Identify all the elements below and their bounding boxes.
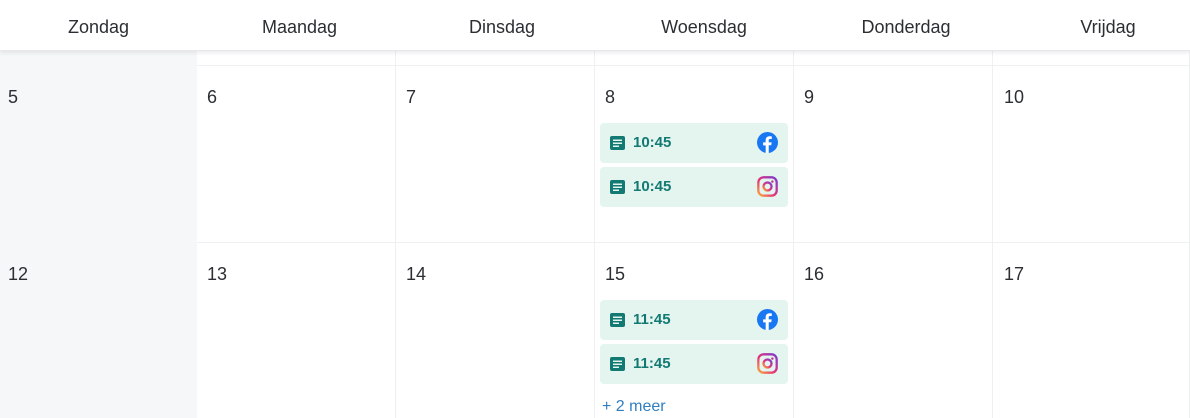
more-posts-link[interactable]: + 2 meer [602, 398, 666, 416]
weekday-label: Dinsdag [468, 17, 536, 37]
weekday-label: Zondag [67, 17, 130, 37]
day-number[interactable]: 13 [207, 264, 227, 285]
instagram-icon [757, 353, 778, 374]
column-tuesday [396, 0, 595, 418]
weekday-label: Vrijdag [1080, 17, 1136, 37]
day-number[interactable]: 5 [8, 87, 18, 108]
weekday-label: Donderdag [861, 17, 951, 37]
post-time: 11:45 [633, 355, 671, 372]
row-divider [197, 242, 1190, 243]
day-number[interactable]: 17 [1004, 264, 1024, 285]
post-time: 10:45 [633, 178, 672, 195]
day-number[interactable]: 10 [1004, 87, 1024, 108]
post-time: 11:45 [633, 311, 671, 328]
weekday-header: Zondag Maandag Dinsdag Woensdag Donderda… [0, 0, 1190, 51]
post-time: 10:45 [633, 134, 672, 151]
day-number[interactable]: 7 [406, 87, 416, 108]
column-sunday [0, 0, 197, 418]
facebook-icon [757, 132, 778, 153]
weekday-label: Maandag [261, 17, 338, 37]
scheduled-post[interactable]: 11:45 [600, 300, 788, 340]
day-number[interactable]: 12 [8, 264, 28, 285]
weekday-label: Woensdag [661, 17, 747, 37]
day-number[interactable]: 14 [406, 264, 426, 285]
column-friday [993, 0, 1190, 418]
scheduled-post[interactable]: 11:45 [600, 344, 788, 384]
day-number[interactable]: 6 [207, 87, 217, 108]
day-number[interactable]: 8 [605, 87, 615, 108]
column-thursday [794, 0, 993, 418]
note-icon [610, 180, 625, 194]
row-divider [197, 65, 1190, 66]
column-monday [197, 0, 396, 418]
instagram-icon [757, 176, 778, 197]
note-icon [610, 313, 625, 327]
note-icon [610, 136, 625, 150]
scheduled-post[interactable]: 10:45 [600, 167, 788, 207]
note-icon [610, 357, 625, 371]
day-number[interactable]: 16 [804, 264, 824, 285]
facebook-icon [757, 309, 778, 330]
day-number[interactable]: 9 [804, 87, 814, 108]
calendar-month-view: Zondag Maandag Dinsdag Woensdag Donderda… [0, 0, 1190, 418]
day-number[interactable]: 15 [605, 264, 625, 285]
scheduled-post[interactable]: 10:45 [600, 123, 788, 163]
